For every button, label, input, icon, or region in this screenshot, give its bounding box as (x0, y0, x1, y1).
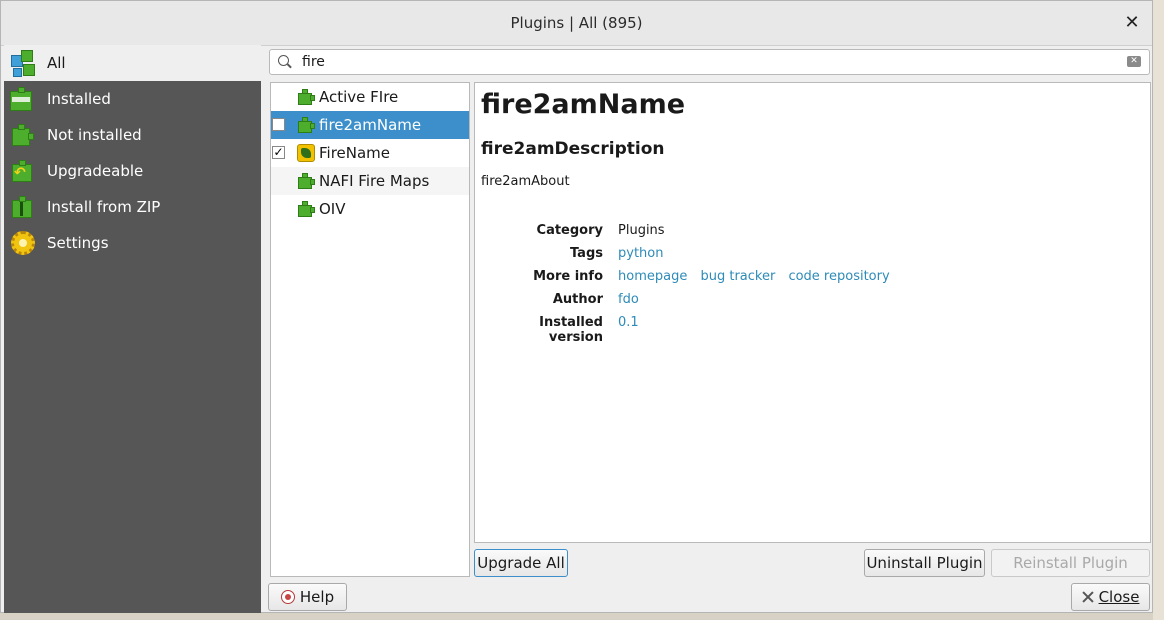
settings-gear-icon (9, 229, 37, 257)
author-label: Author (552, 292, 603, 307)
sidebar-item-settings[interactable]: Settings (4, 225, 261, 261)
more-info-label: More info (533, 269, 603, 284)
bug-tracker-link[interactable]: bug tracker (700, 269, 775, 284)
help-icon (280, 590, 295, 604)
plugin-details-pane: fire2amName fire2amDescription fire2amAb… (474, 82, 1151, 543)
plugin-name: Active FIre (319, 88, 399, 106)
plugin-name: fire2amName (319, 116, 422, 134)
not-installed-plugins-icon (9, 121, 37, 149)
sidebar-item-install-zip[interactable]: Install from ZIP (4, 189, 261, 225)
plugin-name: FireName (319, 144, 391, 162)
plugin-name: NAFI Fire Maps (319, 172, 430, 190)
install-zip-icon (9, 193, 37, 221)
plugin-description: fire2amDescription (481, 139, 665, 159)
plugin-puzzle-icon (297, 200, 315, 218)
plugins-dialog: Plugins | All (895) ✕ All Installed Not … (0, 0, 1153, 613)
category-value: Plugins (618, 223, 665, 238)
close-icon (1081, 591, 1094, 603)
close-button-label: Close (1098, 588, 1140, 606)
uninstall-plugin-button[interactable]: Uninstall Plugin (864, 549, 985, 577)
plugin-title: fire2amName (481, 89, 686, 120)
category-label: Category (536, 223, 603, 238)
enable-checkbox[interactable] (272, 118, 285, 131)
plugin-search-box: ✕ (269, 49, 1150, 75)
sidebar-item-label: Upgradeable (47, 162, 144, 180)
more-info-links: homepage bug tracker code repository (618, 269, 890, 284)
all-plugins-icon (9, 49, 37, 77)
sidebar-item-not-installed[interactable]: Not installed (4, 117, 261, 153)
search-input[interactable] (300, 53, 1124, 71)
author-link[interactable]: fdo (618, 292, 639, 307)
close-button[interactable]: Close (1071, 583, 1150, 611)
installed-version-label: Installed version (539, 315, 603, 345)
sidebar-item-all[interactable]: All (4, 45, 261, 81)
installed-version-value[interactable]: 0.1 (618, 315, 639, 330)
reinstall-plugin-button[interactable]: Reinstall Plugin (991, 549, 1150, 577)
tags-label: Tags (569, 246, 603, 261)
plugin-puzzle-icon (297, 116, 315, 134)
sidebar-item-label: Install from ZIP (47, 198, 161, 216)
sidebar-item-label: All (47, 54, 66, 72)
plugin-puzzle-icon (297, 172, 315, 190)
sidebar-item-label: Not installed (47, 126, 142, 144)
window-title: Plugins | All (895) (510, 14, 643, 32)
enable-checkbox[interactable]: ✓ (272, 146, 285, 159)
category-sidebar: All Installed Not installed ↶ Upgradeabl… (4, 45, 261, 613)
search-icon (278, 55, 292, 69)
plugin-puzzle-icon (297, 88, 315, 106)
clear-search-icon[interactable]: ✕ (1127, 56, 1141, 67)
plugin-list: Active FIre fire2amName ✓ FireName NAFI … (270, 82, 470, 577)
sidebar-item-upgradeable[interactable]: ↶ Upgradeable (4, 153, 261, 189)
sidebar-item-label: Settings (47, 234, 109, 252)
plugin-about: fire2amAbout (481, 174, 570, 189)
code-repository-link[interactable]: code repository (788, 269, 889, 284)
sidebar-item-label: Installed (47, 90, 111, 108)
homepage-link[interactable]: homepage (618, 269, 687, 284)
title-bar: Plugins | All (895) ✕ (1, 1, 1152, 46)
window-close-button[interactable]: ✕ (1122, 13, 1142, 33)
upgradeable-plugins-icon: ↶ (9, 157, 37, 185)
plugin-name: OIV (319, 200, 346, 218)
sidebar-item-installed[interactable]: Installed (4, 81, 261, 117)
installed-plugins-icon (9, 85, 37, 113)
help-button[interactable]: Help (268, 583, 347, 611)
firename-plugin-icon (297, 144, 315, 162)
list-item[interactable]: OIV (271, 195, 469, 223)
list-item[interactable]: ✓ FireName (271, 139, 469, 167)
list-item[interactable]: NAFI Fire Maps (271, 167, 469, 195)
help-button-label: Help (299, 588, 335, 606)
upgrade-all-button[interactable]: Upgrade All (474, 549, 568, 577)
list-item[interactable]: Active FIre (271, 83, 469, 111)
list-item-selected[interactable]: fire2amName (271, 111, 469, 139)
tag-link-python[interactable]: python (618, 246, 663, 261)
